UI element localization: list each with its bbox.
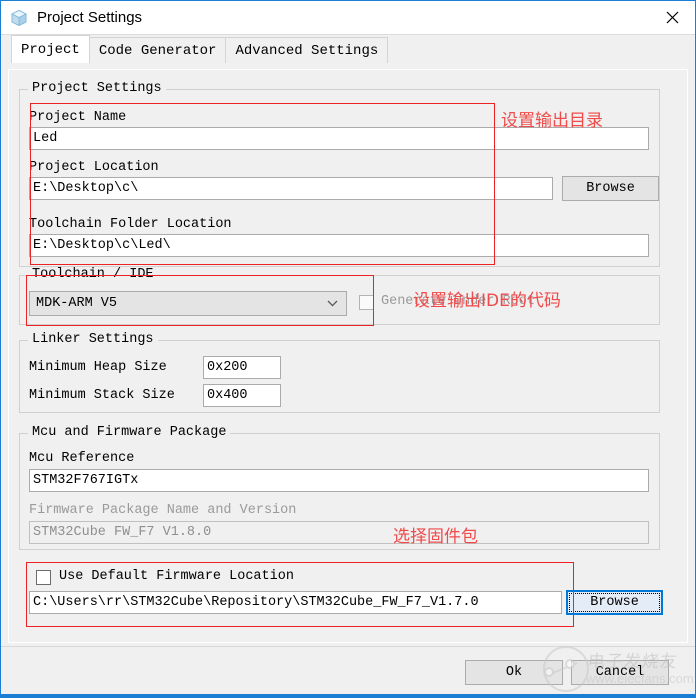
minimum-heap-size-input[interactable]: 0x200 <box>203 356 281 379</box>
firmware-package-label: Firmware Package Name and Version <box>29 503 297 518</box>
window-title: Project Settings <box>37 9 143 26</box>
tab-code-generator[interactable]: Code Generator <box>88 37 227 63</box>
dialog-footer: Ok Cancel <box>1 646 695 697</box>
ok-button[interactable]: Ok <box>465 660 563 685</box>
tab-strip: Project Code Generator Advanced Settings <box>1 34 695 63</box>
toolchain-ide-select[interactable]: MDK-ARM V5 <box>29 291 347 316</box>
firmware-location-browse-button[interactable]: Browse <box>566 590 663 615</box>
group-project-settings-title: Project Settings <box>28 81 166 96</box>
close-icon[interactable] <box>649 1 695 33</box>
group-mcu-firmware-title: Mcu and Firmware Package <box>28 425 231 440</box>
toolchain-folder-label: Toolchain Folder Location <box>29 217 232 232</box>
use-default-firmware-location-checkbox[interactable] <box>36 570 51 585</box>
settings-panel: Project Settings Project Name Led Projec… <box>8 69 688 643</box>
tab-project[interactable]: Project <box>11 35 90 63</box>
cube-icon <box>10 9 28 27</box>
tab-content-project: Project Settings Project Name Led Projec… <box>1 63 695 647</box>
firmware-location-input[interactable]: C:\Users\rr\STM32Cube\Repository\STM32Cu… <box>29 591 562 614</box>
group-linker-settings-title: Linker Settings <box>28 332 158 347</box>
annotation-firmware-pkg: 选择固件包 <box>393 527 478 547</box>
mcu-reference-label: Mcu Reference <box>29 451 135 466</box>
window-bottom-accent <box>1 694 695 697</box>
title-bar: Project Settings <box>1 1 695 34</box>
mcu-reference-input[interactable]: STM32F767IGTx <box>29 469 649 492</box>
tab-advanced-settings[interactable]: Advanced Settings <box>225 37 389 63</box>
minimum-heap-size-label: Minimum Heap Size <box>29 360 167 375</box>
chevron-down-icon <box>327 292 338 315</box>
use-default-firmware-location-label: Use Default Firmware Location <box>59 569 294 584</box>
project-location-label: Project Location <box>29 160 159 175</box>
project-name-label: Project Name <box>29 110 127 125</box>
minimum-stack-size-label: Minimum Stack Size <box>29 388 175 403</box>
annotation-output-ide: 设置输出IDE的代码 <box>413 291 561 311</box>
project-location-browse-button[interactable]: Browse <box>562 176 659 201</box>
firmware-location-browse-label: Browse <box>590 595 639 610</box>
toolchain-ide-selected-value: MDK-ARM V5 <box>36 296 118 311</box>
project-location-input[interactable]: E:\Desktop\c\ <box>29 177 553 200</box>
minimum-stack-size-input[interactable]: 0x400 <box>203 384 281 407</box>
project-settings-window: Project Settings Project Code Generator … <box>0 0 696 698</box>
scrollbar-track[interactable] <box>672 70 687 642</box>
toolchain-folder-input[interactable]: E:\Desktop\c\Led\ <box>29 234 649 257</box>
group-toolchain-ide-title: Toolchain / IDE <box>28 267 158 282</box>
cancel-button[interactable]: Cancel <box>571 660 669 685</box>
generate-under-root-checkbox[interactable] <box>359 295 374 310</box>
firmware-package-value: STM32Cube FW_F7 V1.8.0 <box>29 521 649 544</box>
annotation-output-dir: 设置输出目录 <box>501 111 603 131</box>
